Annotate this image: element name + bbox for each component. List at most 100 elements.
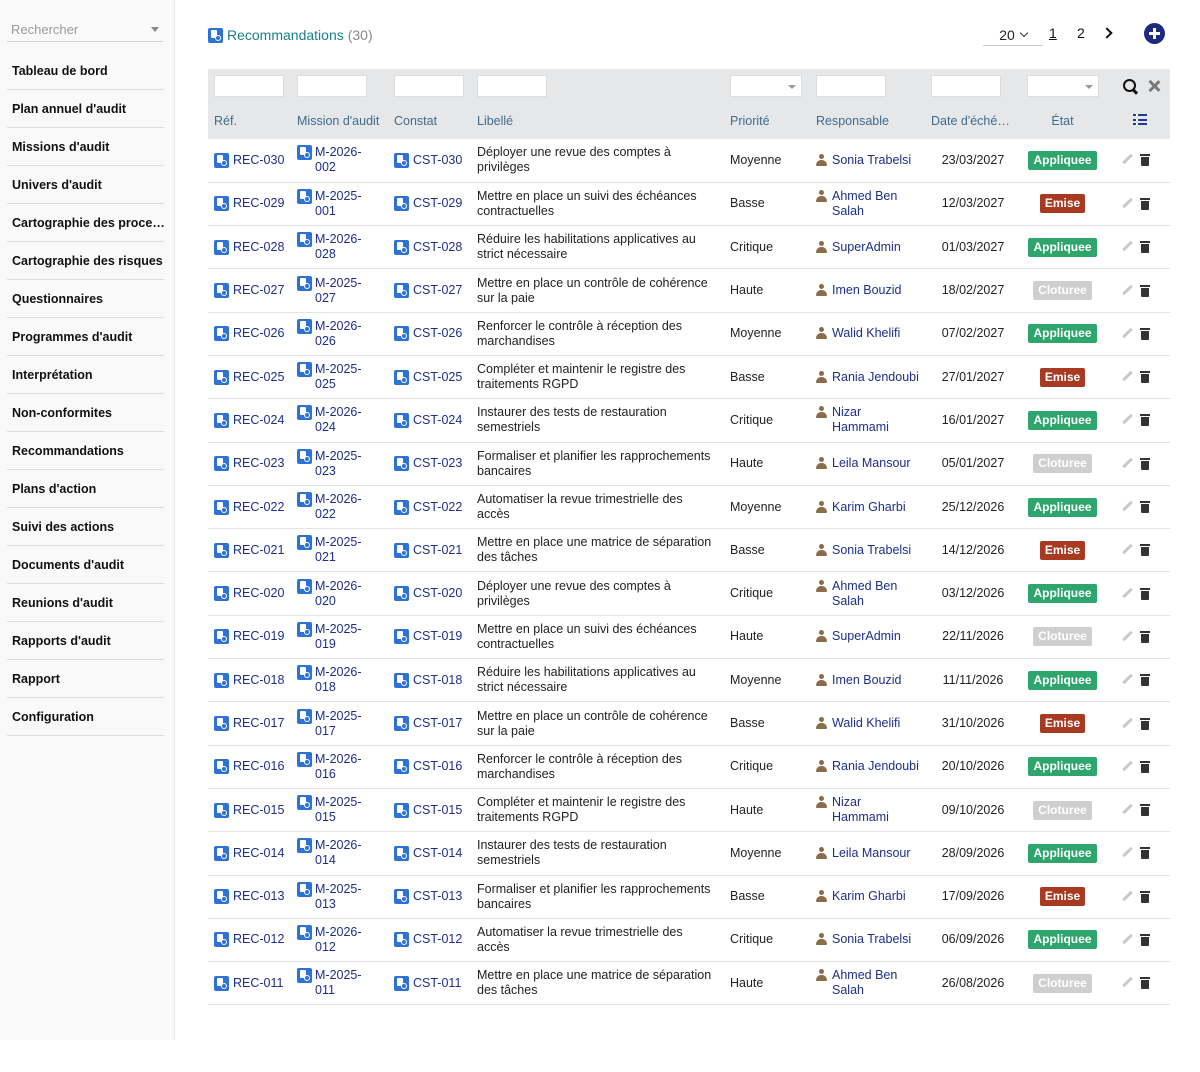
- constat-link[interactable]: CST-030: [394, 152, 471, 168]
- responsable-link[interactable]: Walid Khelifi: [816, 716, 925, 731]
- delete-icon[interactable]: [1140, 284, 1150, 297]
- delete-icon[interactable]: [1140, 544, 1150, 557]
- mission-link[interactable]: M-2026- 020: [297, 578, 388, 609]
- edit-icon[interactable]: [1122, 328, 1134, 340]
- constat-link[interactable]: CST-022: [394, 499, 471, 515]
- filter-priorite-select[interactable]: [730, 75, 802, 97]
- responsable-link[interactable]: Nizar Hammami: [816, 795, 925, 825]
- sidebar-item-suivi-des-actions[interactable]: Suivi des actions: [7, 508, 164, 546]
- edit-icon[interactable]: [1122, 501, 1134, 513]
- edit-icon[interactable]: [1122, 847, 1134, 859]
- sidebar-item-reunions-d-audit[interactable]: Reunions d'audit: [7, 584, 164, 622]
- sidebar-item-plan-annuel-d-audit[interactable]: Plan annuel d'audit: [7, 90, 164, 128]
- mission-link[interactable]: M-2026- 002: [297, 145, 388, 175]
- edit-icon[interactable]: [1122, 977, 1134, 989]
- responsable-link[interactable]: Rania Jendoubi: [816, 759, 925, 774]
- sidebar-item-programmes-d-audit[interactable]: Programmes d'audit: [7, 318, 164, 356]
- filter-ref-input[interactable]: [214, 75, 284, 97]
- edit-icon[interactable]: [1122, 718, 1134, 730]
- mission-link[interactable]: M-2026- 028: [297, 232, 388, 262]
- responsable-link[interactable]: Sonia Trabelsi: [816, 153, 925, 168]
- filter-date-input[interactable]: [931, 75, 1001, 97]
- col-header-menu[interactable]: [1104, 103, 1170, 139]
- constat-link[interactable]: CST-026: [394, 326, 471, 342]
- sidebar-item-cartographie-des-risques[interactable]: Cartographie des risques: [7, 242, 164, 280]
- filter-libelle-input[interactable]: [477, 75, 547, 97]
- filter-responsable-input[interactable]: [816, 75, 886, 97]
- constat-link[interactable]: CST-025: [394, 369, 471, 385]
- ref-link[interactable]: REC-028: [214, 239, 291, 255]
- responsable-link[interactable]: Rania Jendoubi: [816, 370, 925, 385]
- ref-link[interactable]: REC-025: [214, 369, 291, 385]
- delete-icon[interactable]: [1140, 630, 1150, 643]
- sidebar-item-rapports-d-audit[interactable]: Rapports d'audit: [7, 622, 164, 660]
- ref-link[interactable]: REC-027: [214, 283, 291, 299]
- sidebar-item-configuration[interactable]: Configuration: [7, 698, 164, 736]
- ref-link[interactable]: REC-012: [214, 932, 291, 948]
- sidebar-item-univers-d-audit[interactable]: Univers d'audit: [7, 166, 164, 204]
- mission-link[interactable]: M-2025- 021: [297, 535, 388, 565]
- constat-link[interactable]: CST-020: [394, 586, 471, 602]
- edit-icon[interactable]: [1122, 674, 1134, 686]
- constat-link[interactable]: CST-014: [394, 845, 471, 861]
- constat-link[interactable]: CST-015: [394, 802, 471, 818]
- col-header-ref[interactable]: Réf.: [208, 103, 291, 139]
- mission-link[interactable]: M-2026- 022: [297, 492, 388, 522]
- clear-filters-icon[interactable]: [1148, 80, 1160, 92]
- responsable-link[interactable]: Karim Gharbi: [816, 889, 925, 904]
- constat-link[interactable]: CST-018: [394, 672, 471, 688]
- constat-link[interactable]: CST-019: [394, 629, 471, 645]
- ref-link[interactable]: REC-024: [214, 412, 291, 428]
- responsable-link[interactable]: Walid Khelifi: [816, 326, 925, 341]
- sidebar-item-missions-d-audit[interactable]: Missions d'audit: [7, 128, 164, 166]
- edit-icon[interactable]: [1122, 934, 1134, 946]
- ref-link[interactable]: REC-020: [214, 586, 291, 602]
- sidebar-item-rapport[interactable]: Rapport: [7, 660, 164, 698]
- responsable-link[interactable]: Karim Gharbi: [816, 500, 925, 515]
- mission-link[interactable]: M-2025- 025: [297, 362, 388, 392]
- column-menu-icon[interactable]: [1133, 114, 1147, 125]
- responsable-link[interactable]: Ahmed Ben Salah: [816, 189, 925, 219]
- mission-link[interactable]: M-2026- 014: [297, 838, 388, 868]
- mission-link[interactable]: M-2025- 023: [297, 448, 388, 479]
- sidebar-item-cartographie-des-proce[interactable]: Cartographie des proce…: [7, 204, 164, 242]
- responsable-link[interactable]: Nizar Hammami: [816, 405, 925, 435]
- edit-icon[interactable]: [1122, 631, 1134, 643]
- col-header-priorite[interactable]: Priorité: [724, 103, 810, 139]
- ref-link[interactable]: REC-023: [214, 456, 291, 472]
- constat-link[interactable]: CST-011: [394, 975, 471, 991]
- ref-link[interactable]: REC-014: [214, 845, 291, 861]
- edit-icon[interactable]: [1122, 285, 1134, 297]
- edit-icon[interactable]: [1122, 458, 1134, 470]
- filter-etat-select[interactable]: [1027, 75, 1099, 97]
- constat-link[interactable]: CST-028: [394, 239, 471, 255]
- mission-link[interactable]: M-2025- 019: [297, 621, 388, 652]
- sidebar-item-recommandations[interactable]: Recommandations: [7, 432, 164, 470]
- delete-icon[interactable]: [1140, 197, 1150, 210]
- edit-icon[interactable]: [1122, 804, 1134, 816]
- edit-icon[interactable]: [1122, 241, 1134, 253]
- mission-link[interactable]: M-2025- 017: [297, 708, 388, 739]
- ref-link[interactable]: REC-026: [214, 326, 291, 342]
- sidebar-item-plans-d-action[interactable]: Plans d'action: [7, 470, 164, 508]
- ref-link[interactable]: REC-013: [214, 889, 291, 905]
- ref-link[interactable]: REC-015: [214, 802, 291, 818]
- delete-icon[interactable]: [1140, 587, 1150, 600]
- delete-icon[interactable]: [1140, 457, 1150, 470]
- chevron-down-icon[interactable]: [151, 27, 159, 32]
- constat-link[interactable]: CST-029: [394, 196, 471, 212]
- ref-link[interactable]: REC-030: [214, 152, 291, 168]
- mission-link[interactable]: M-2026- 016: [297, 751, 388, 782]
- constat-link[interactable]: CST-027: [394, 283, 471, 299]
- responsable-link[interactable]: Leila Mansour: [816, 846, 925, 861]
- delete-icon[interactable]: [1140, 154, 1150, 167]
- delete-icon[interactable]: [1140, 241, 1150, 254]
- constat-link[interactable]: CST-012: [394, 932, 471, 948]
- mission-link[interactable]: M-2026- 024: [297, 405, 388, 435]
- sidebar-item-interpr-tation[interactable]: Interprétation: [7, 356, 164, 394]
- edit-icon[interactable]: [1122, 544, 1134, 556]
- sidebar-item-questionnaires[interactable]: Questionnaires: [7, 280, 164, 318]
- ref-link[interactable]: REC-017: [214, 716, 291, 731]
- mission-link[interactable]: M-2025- 015: [297, 795, 388, 825]
- edit-icon[interactable]: [1122, 761, 1134, 773]
